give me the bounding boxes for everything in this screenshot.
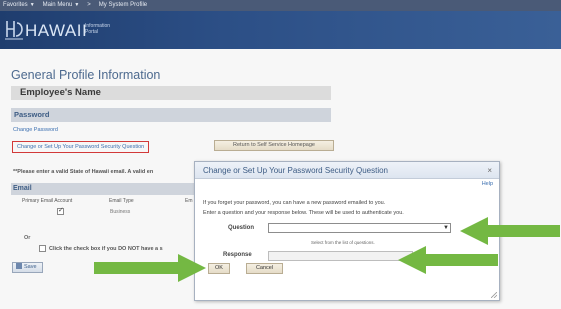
email-section-header: Email [11,183,196,195]
security-question-dialog: Change or Set Up Your Password Security … [194,161,500,301]
save-button-label: Save [24,264,37,270]
return-homepage-button[interactable]: Return to Self Service Homepage [214,140,334,151]
column-email: Em [185,198,193,204]
brand-name: HAWAII [25,21,88,40]
save-button[interactable]: Save [12,262,43,273]
breadcrumb-separator: > [87,2,91,8]
brand-header: HAWAII Information Portal [0,11,561,49]
question-select-hint: Select from the list of questions. [311,240,375,245]
hawaii-logo-icon [5,21,23,40]
question-select[interactable]: ▼ [268,223,451,233]
menu-main-menu[interactable]: Main Menu ▼ [39,0,84,11]
question-label: Question [228,225,255,231]
resize-grip-icon[interactable] [491,292,497,298]
help-link[interactable]: Help [482,181,493,187]
employee-name-bar: Employee's Name [11,86,331,100]
or-label: Or [24,235,31,241]
cancel-button[interactable]: Cancel [246,263,283,274]
dialog-title: Change or Set Up Your Password Security … [195,162,499,179]
primary-email-checkbox[interactable] [57,206,64,215]
menu-favorites-label: Favorites [3,2,28,8]
security-question-link[interactable]: Change or Set Up Your Password Security … [12,141,150,153]
save-disk-icon [16,263,22,269]
page-root: Favorites ▼ Main Menu ▼ > My System Profil… [0,0,561,309]
top-menu-bar: Favorites ▼ Main Menu ▼ > My System Profil… [0,0,561,11]
breadcrumb-current-page[interactable]: My System Profile [95,0,151,11]
response-input[interactable] [268,251,413,261]
arrow-to-ok-icon [94,254,206,282]
change-password-link[interactable]: Change Password [13,127,58,133]
page-title: General Profile Information [11,68,161,82]
menu-favorites[interactable]: Favorites ▼ [0,0,39,11]
password-section-header: Password [11,108,331,122]
arrow-to-response-icon [398,246,498,274]
email-type-value: Business [110,209,131,215]
column-primary-email: Primary Email Account [22,198,73,204]
response-label: Response [223,252,252,258]
chevron-down-icon: ▼ [29,2,35,8]
dialog-instructions-2: Enter a question and your response below… [203,210,404,216]
arrow-to-question-icon [460,217,560,245]
close-icon[interactable]: × [487,163,492,178]
dialog-instructions-1: If you forget your password, you can hav… [203,200,386,206]
ok-button[interactable]: OK [208,263,230,274]
menu-main-menu-label: Main Menu [42,2,73,8]
chevron-down-icon: ▼ [443,225,449,231]
no-email-checkbox[interactable] [39,245,46,252]
column-email-type: Email Type [109,198,134,204]
brand-subtitle: Information Portal [85,23,111,35]
email-notice: **Please enter a valid State of Hawaii e… [13,169,154,175]
chevron-down-icon: ▼ [74,2,80,8]
